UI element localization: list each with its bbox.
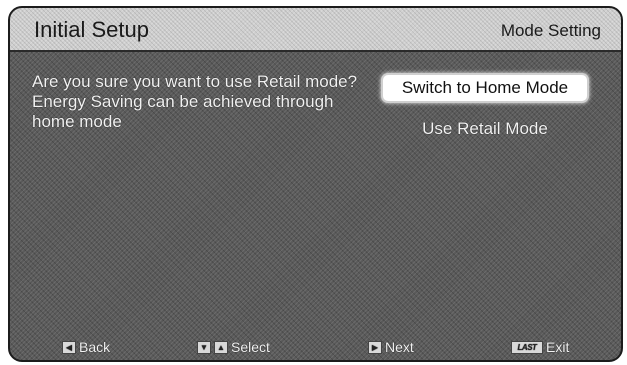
switch-to-home-mode-option[interactable]: Switch to Home Mode [383, 75, 587, 101]
next-label: Next [385, 339, 414, 355]
up-arrow-key-icon: ▲ [214, 340, 228, 354]
select-label: Select [231, 339, 270, 355]
page-title: Initial Setup [34, 17, 149, 42]
exit-label: Exit [546, 339, 570, 355]
use-retail-mode-option[interactable]: Use Retail Mode [383, 119, 587, 139]
mode-setting-label: Mode Setting [500, 21, 601, 40]
next-hint[interactable]: ▶ Next [368, 339, 414, 355]
button-hints-bar: ◀ Back ▼ ▲ Select ▶ Next LAST Exit [10, 336, 621, 360]
retail-confirm-question: Are you sure you want to use Retail mode… [32, 72, 358, 131]
menu-header: Initial Setup Mode Setting [10, 8, 621, 52]
last-key-icon: LAST [511, 340, 543, 354]
back-label: Back [79, 339, 111, 355]
select-hint[interactable]: ▼ ▲ Select [197, 339, 270, 355]
back-hint[interactable]: ◀ Back [62, 339, 110, 355]
exit-hint[interactable]: LAST Exit [511, 339, 569, 355]
left-arrow-key-icon: ◀ [62, 340, 76, 354]
tv-menu-screen: Initial Setup Mode Setting Are you sure … [8, 6, 623, 362]
right-arrow-key-icon: ▶ [368, 340, 382, 354]
down-arrow-key-icon: ▼ [197, 340, 211, 354]
